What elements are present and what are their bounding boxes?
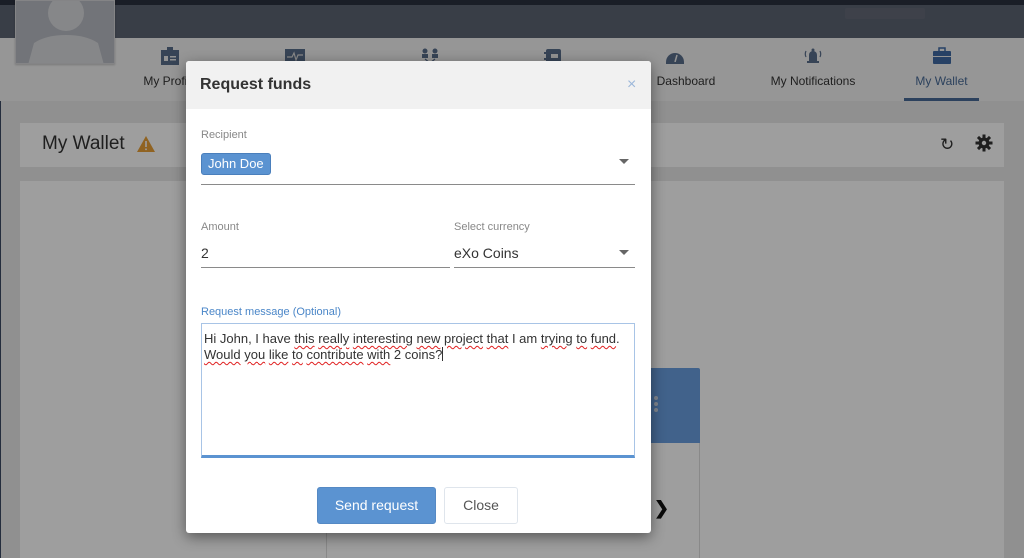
recipient-underline bbox=[201, 184, 635, 185]
currency-value[interactable]: eXo Coins bbox=[454, 245, 519, 261]
close-button[interactable]: Close bbox=[444, 487, 518, 524]
recipient-chip[interactable]: John Doe bbox=[201, 153, 271, 175]
chevron-down-icon[interactable] bbox=[619, 159, 629, 164]
currency-label: Select currency bbox=[454, 221, 530, 233]
send-request-button[interactable]: Send request bbox=[317, 487, 436, 524]
modal-title: Request funds bbox=[200, 76, 312, 93]
amount-label: Amount bbox=[201, 221, 239, 233]
recipient-label: Recipient bbox=[201, 129, 247, 141]
message-text: Hi John, I have this really interesting … bbox=[204, 331, 620, 362]
currency-underline bbox=[454, 267, 635, 268]
message-label: Request message (Optional) bbox=[201, 306, 342, 318]
modal-header: Request funds × bbox=[186, 61, 651, 109]
message-textarea[interactable]: Hi John, I have this really interesting … bbox=[201, 323, 635, 458]
close-icon[interactable]: × bbox=[627, 77, 636, 93]
text-cursor bbox=[442, 347, 444, 361]
amount-value[interactable]: 2 bbox=[201, 245, 209, 261]
request-funds-modal: Request funds × Recipient John Doe Amoun… bbox=[186, 61, 651, 533]
chevron-down-icon[interactable] bbox=[619, 250, 629, 255]
amount-underline bbox=[201, 267, 450, 268]
